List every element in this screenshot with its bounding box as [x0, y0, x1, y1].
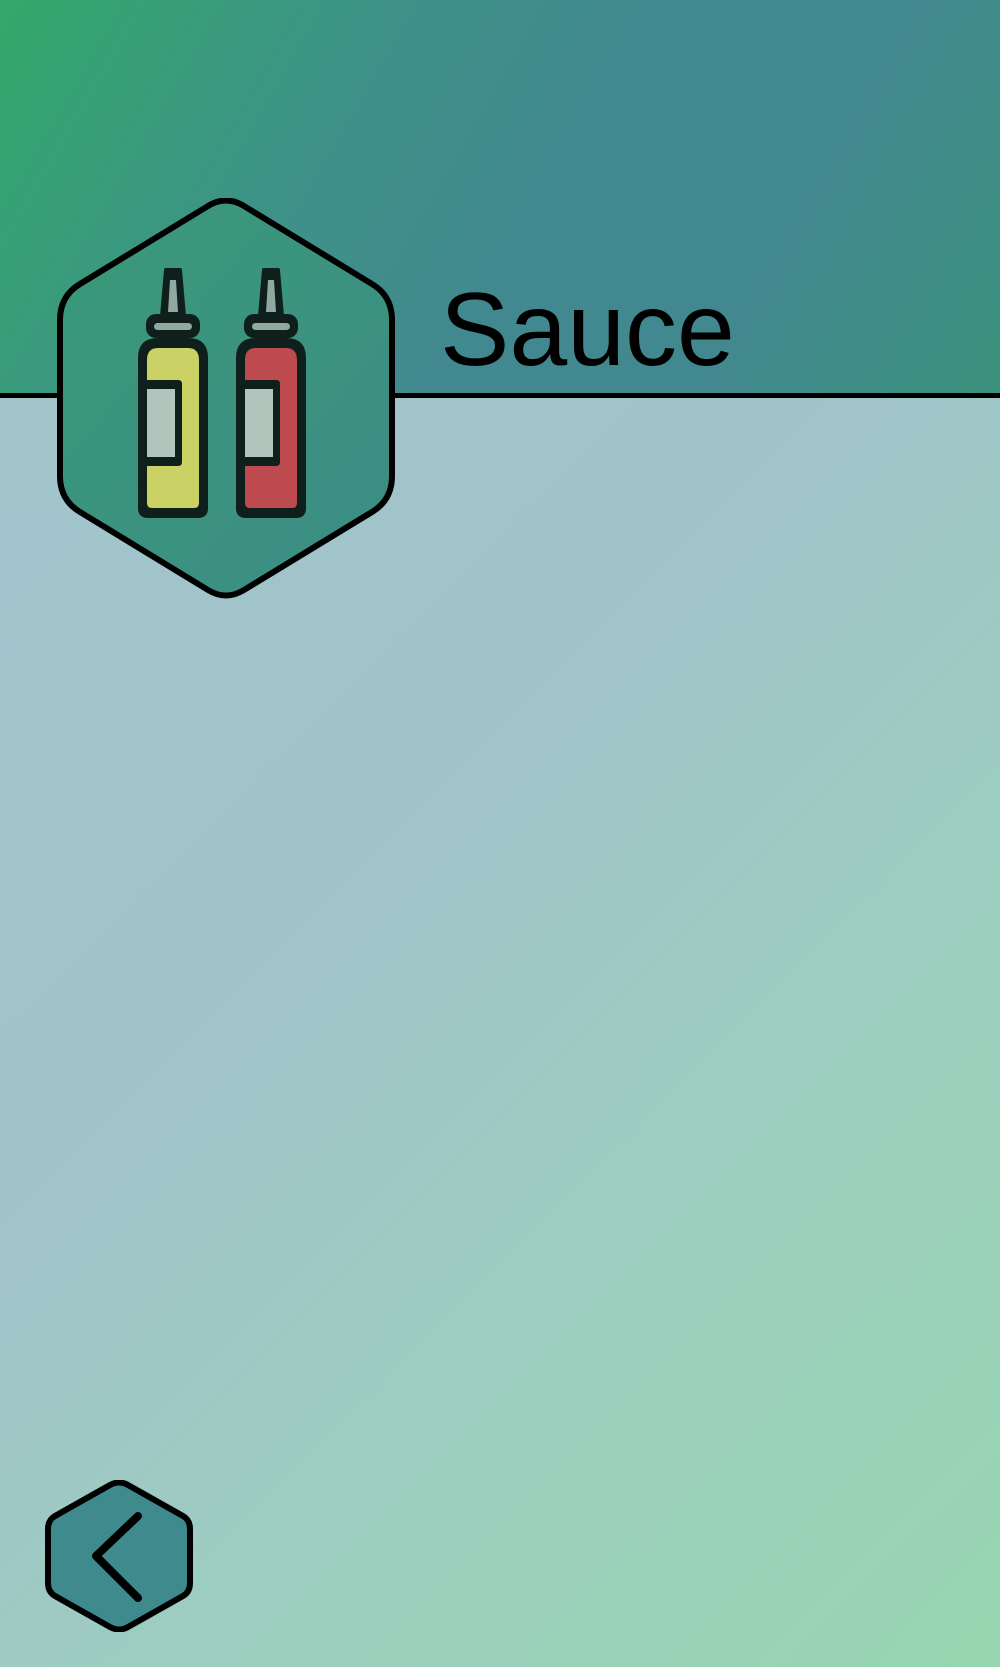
- back-button[interactable]: [44, 1480, 194, 1632]
- category-badge: [54, 198, 398, 600]
- sauce-category-screen: Sauce: [0, 0, 1000, 1667]
- sauce-bottles-icon: [57, 198, 395, 599]
- page-title: Sauce: [440, 272, 735, 388]
